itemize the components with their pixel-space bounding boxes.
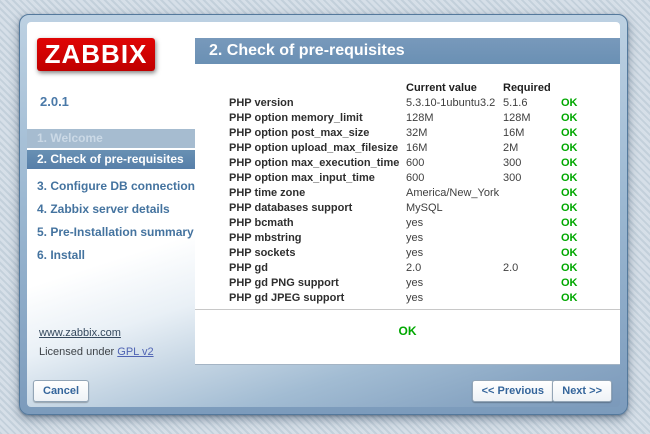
prereq-current-value: 600 <box>406 170 503 185</box>
prereq-required-value: 16M <box>503 125 561 140</box>
prereq-status: OK <box>561 230 616 245</box>
prereq-status: OK <box>561 245 616 260</box>
column-header-current: Current value <box>406 80 503 95</box>
sidebar-step[interactable]: 2. Check of pre-requisites <box>27 150 195 169</box>
license-text: Licensed under <box>39 346 117 358</box>
prereq-label: PHP option memory_limit <box>229 110 406 125</box>
prereq-row: PHP version 5.3.10-1ubuntu3.2 5.1.6 OK <box>229 95 616 110</box>
prereq-required-value <box>503 200 561 215</box>
prereq-label: PHP gd JPEG support <box>229 290 406 305</box>
prereq-row: PHP gd JPEG support yes OK <box>229 290 616 305</box>
sidebar-step[interactable]: 1. Welcome <box>27 129 195 148</box>
prereq-status: OK <box>561 125 616 140</box>
prereq-row: PHP option memory_limit 128M 128M OK <box>229 110 616 125</box>
prereq-label: PHP option max_input_time <box>229 170 406 185</box>
prereq-current-value: yes <box>406 215 503 230</box>
prereq-current-value: yes <box>406 245 503 260</box>
wizard-steps: 1. Welcome 2. Check of pre-requisites 3. C… <box>27 129 195 269</box>
prereq-status: OK <box>561 155 616 170</box>
overall-status: OK <box>195 324 620 338</box>
prereq-row: PHP databases support MySQL OK <box>229 200 616 215</box>
prereq-table-body: PHP version 5.3.10-1ubuntu3.2 5.1.6 OK P… <box>229 95 616 305</box>
prereq-label: PHP option max_execution_time <box>229 155 406 170</box>
sidebar-step[interactable]: 3. Configure DB connection <box>27 177 195 196</box>
prereq-status: OK <box>561 215 616 230</box>
prereq-status: OK <box>561 290 616 305</box>
sidebar-step[interactable]: 5. Pre-Installation summary <box>27 223 195 242</box>
next-button[interactable]: Next >> <box>552 380 612 402</box>
prereq-current-value: America/New_York <box>406 185 503 200</box>
prereq-label: PHP gd PNG support <box>229 275 406 290</box>
prereq-current-value: 2.0 <box>406 260 503 275</box>
prereq-current-value: 5.3.10-1ubuntu3.2 <box>406 95 503 110</box>
prereq-required-value: 2M <box>503 140 561 155</box>
sidebar-step[interactable]: 6. Install <box>27 246 195 265</box>
prereq-current-value: yes <box>406 230 503 245</box>
prereq-required-value <box>503 290 561 305</box>
table-separator <box>195 309 620 310</box>
page-title: 2. Check of pre-requisites <box>195 38 620 64</box>
prereq-label: PHP mbstring <box>229 230 406 245</box>
prereq-row: PHP time zone America/New_York OK <box>229 185 616 200</box>
prereq-row: PHP option max_execution_time 600 300 OK <box>229 155 616 170</box>
prereq-current-value: 600 <box>406 155 503 170</box>
prereq-required-value <box>503 245 561 260</box>
version-label: 2.0.1 <box>40 94 69 109</box>
prereq-required-value: 5.1.6 <box>503 95 561 110</box>
prereq-required-value: 300 <box>503 170 561 185</box>
prereq-row: PHP option max_input_time 600 300 OK <box>229 170 616 185</box>
prereq-row: PHP gd PNG support yes OK <box>229 275 616 290</box>
prereq-status: OK <box>561 275 616 290</box>
prereq-status: OK <box>561 110 616 125</box>
prereq-row: PHP mbstring yes OK <box>229 230 616 245</box>
prereq-current-value: MySQL <box>406 200 503 215</box>
prereq-row: PHP bcmath yes OK <box>229 215 616 230</box>
prereq-status: OK <box>561 260 616 275</box>
prerequisites-panel: Current value Required PHP version 5.3.1… <box>195 64 620 365</box>
prereq-current-value: 32M <box>406 125 503 140</box>
prereq-current-value: 128M <box>406 110 503 125</box>
zabbix-logo: ZABBIX <box>37 38 155 71</box>
prereq-current-value: yes <box>406 275 503 290</box>
prereq-status: OK <box>561 170 616 185</box>
previous-button[interactable]: << Previous <box>472 380 554 402</box>
prereq-required-value: 128M <box>503 110 561 125</box>
prereq-required-value <box>503 185 561 200</box>
prereq-current-value: yes <box>406 290 503 305</box>
prereq-required-value: 300 <box>503 155 561 170</box>
prereq-label: PHP gd <box>229 260 406 275</box>
column-header-required: Required <box>503 80 561 95</box>
prereq-required-value <box>503 230 561 245</box>
prereq-required-value <box>503 215 561 230</box>
prereq-status: OK <box>561 140 616 155</box>
wizard-window: ZABBIX 2.0.1 1. Welcome 2. Check of pre-r… <box>19 14 628 415</box>
prereq-status: OK <box>561 200 616 215</box>
prereq-row: PHP option upload_max_filesize 16M 2M OK <box>229 140 616 155</box>
cancel-button[interactable]: Cancel <box>33 380 89 402</box>
prereq-label: PHP time zone <box>229 185 406 200</box>
prereq-required-value <box>503 275 561 290</box>
prereq-row: PHP option post_max_size 32M 16M OK <box>229 125 616 140</box>
gpl-license-link[interactable]: GPL v2 <box>117 346 153 358</box>
prereq-label: PHP option post_max_size <box>229 125 406 140</box>
prereq-label: PHP bcmath <box>229 215 406 230</box>
prereq-status: OK <box>561 185 616 200</box>
prereq-row: PHP gd 2.0 2.0 OK <box>229 260 616 275</box>
zabbix-site-link[interactable]: www.zabbix.com <box>39 327 121 339</box>
wizard-window-inner: ZABBIX 2.0.1 1. Welcome 2. Check of pre-r… <box>27 22 620 407</box>
table-header-row: Current value Required <box>229 80 616 95</box>
prereq-status: OK <box>561 95 616 110</box>
prereq-label: PHP sockets <box>229 245 406 260</box>
sidebar-links: www.zabbix.com Licensed under GPL v2 <box>39 324 154 362</box>
prereq-label: PHP option upload_max_filesize <box>229 140 406 155</box>
prereq-required-value: 2.0 <box>503 260 561 275</box>
prereq-label: PHP version <box>229 95 406 110</box>
sidebar-step[interactable]: 4. Zabbix server details <box>27 200 195 219</box>
prereq-row: PHP sockets yes OK <box>229 245 616 260</box>
prereq-current-value: 16M <box>406 140 503 155</box>
prereq-label: PHP databases support <box>229 200 406 215</box>
prerequisites-table: Current value Required PHP version 5.3.1… <box>229 80 616 305</box>
